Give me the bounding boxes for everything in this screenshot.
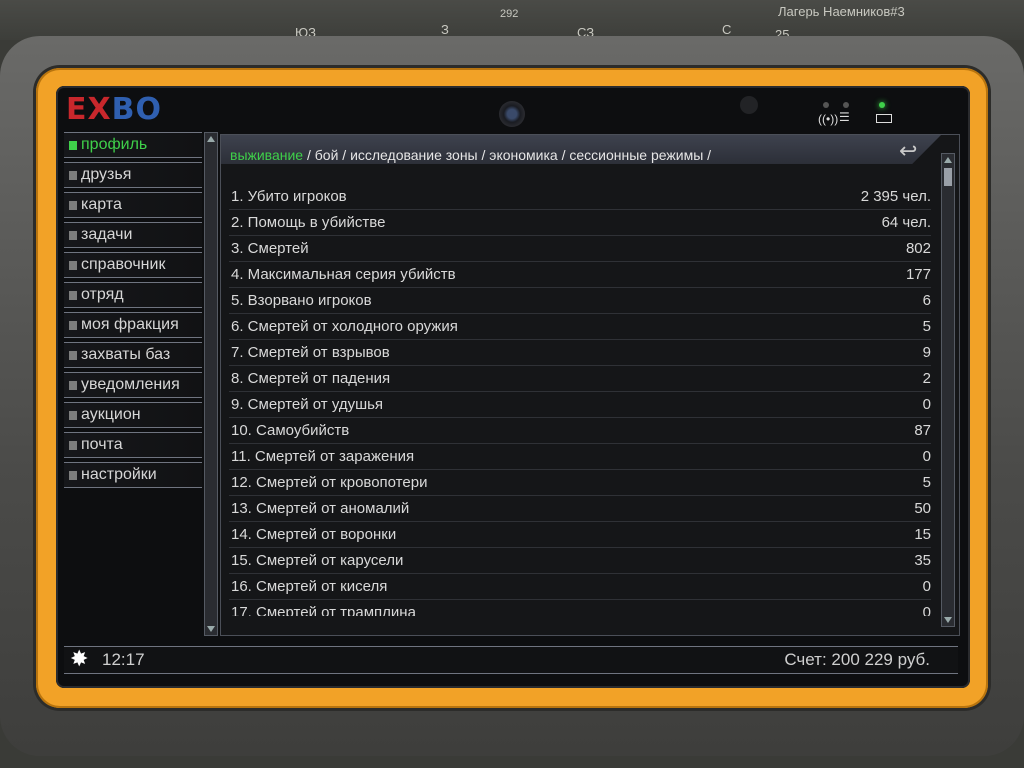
sidebar-scrollbar[interactable] [204, 132, 218, 636]
camera-icon [499, 101, 525, 127]
sidebar-item-map[interactable]: карта [64, 192, 202, 218]
sensor-icon [740, 96, 758, 114]
compass-mark: С [722, 22, 732, 37]
list-item: 8. Смертей от падения 2 [229, 366, 931, 392]
list-item: 11. Смертей от заражения 0 [229, 444, 931, 470]
stats-list: 1. Убито игроков 2 395 чел. 2. Помощь в у… [229, 184, 931, 616]
indicator-led [823, 102, 829, 108]
sidebar-item-mail[interactable]: почта [64, 432, 202, 458]
sidebar-item-auction[interactable]: аукцион [64, 402, 202, 428]
back-arrow-icon[interactable]: ↩ [899, 140, 917, 162]
sidebar-item-squad[interactable]: отряд [64, 282, 202, 308]
tab-economy[interactable]: экономика [489, 147, 557, 163]
sidebar-item-tasks[interactable]: задачи [64, 222, 202, 248]
list-item: 16. Смертей от киселя 0 [229, 574, 931, 600]
list-item: 4. Максимальная серия убийств 177 [229, 262, 931, 288]
list-item: 9. Смертей от удушья 0 [229, 392, 931, 418]
wifi-icon: ☰ [839, 110, 850, 124]
battery-icon [876, 114, 892, 123]
status-bar: ✸ 12:17 Счет: 200 229 руб. [64, 646, 958, 674]
category-tabs: выживание / бой / исследование зоны / эк… [230, 147, 712, 163]
scroll-thumb[interactable] [944, 168, 952, 186]
list-item: 12. Смертей от кровопотери 5 [229, 470, 931, 496]
sidebar-item-base-captures[interactable]: захваты баз [64, 342, 202, 368]
exbo-logo: EXBO [66, 92, 162, 127]
stats-scrollbar[interactable] [941, 153, 955, 627]
list-item: 17. Смертей от трамплина 0 [229, 600, 931, 616]
sidebar-item-reference[interactable]: справочник [64, 252, 202, 278]
location-label: Лагерь Наемников#3 [778, 4, 905, 19]
sidebar-menu: профиль друзья карта задачи справочник о… [64, 132, 202, 492]
sidebar-item-friends[interactable]: друзья [64, 162, 202, 188]
list-item: 7. Смертей от взрывов 9 [229, 340, 931, 366]
account-balance: Счет: 200 229 руб. [784, 650, 930, 669]
list-item: 13. Смертей от аномалий 50 [229, 496, 931, 522]
sidebar-item-faction[interactable]: моя фракция [64, 312, 202, 338]
category-tab-bar: выживание / бой / исследование зоны / эк… [221, 135, 941, 164]
list-item: 15. Смертей от карусели 35 [229, 548, 931, 574]
sidebar-item-notifications[interactable]: уведомления [64, 372, 202, 398]
scroll-down-icon[interactable] [944, 617, 952, 623]
sun-icon: ✸ [70, 646, 89, 671]
game-hud-compass: ЮЗ 292 З СЗ С 25 Лагерь Наемников#3 [0, 0, 1024, 42]
list-item: 2. Помощь в убийстве 64 чел. [229, 210, 931, 236]
list-item: 5. Взорвано игроков 6 [229, 288, 931, 314]
scroll-up-icon[interactable] [944, 157, 952, 163]
stats-panel: выживание / бой / исследование зоны / эк… [220, 134, 960, 636]
scroll-down-icon[interactable] [207, 626, 215, 632]
tab-survival[interactable]: выживание [230, 147, 303, 163]
list-item: 10. Самоубийств 87 [229, 418, 931, 444]
signal-icon: ((•)) [818, 112, 839, 126]
sidebar-item-profile[interactable]: профиль [64, 132, 202, 158]
clock: 12:17 [102, 650, 145, 669]
scroll-up-icon[interactable] [207, 136, 215, 142]
tab-combat[interactable]: бой [315, 147, 339, 163]
power-led [879, 102, 885, 108]
tab-session-modes[interactable]: сессионные режимы [569, 147, 703, 163]
indicator-led [843, 102, 849, 108]
list-item: 14. Смертей от воронки 15 [229, 522, 931, 548]
list-item: 6. Смертей от холодного оружия 5 [229, 314, 931, 340]
list-item: 1. Убито игроков 2 395 чел. [229, 184, 931, 210]
compass-heading: 292 [500, 8, 519, 20]
sidebar-item-settings[interactable]: настройки [64, 462, 202, 488]
list-item: 3. Смертей 802 [229, 236, 931, 262]
tab-zone-exploration[interactable]: исследование зоны [350, 147, 478, 163]
compass-mark: З [441, 22, 449, 37]
